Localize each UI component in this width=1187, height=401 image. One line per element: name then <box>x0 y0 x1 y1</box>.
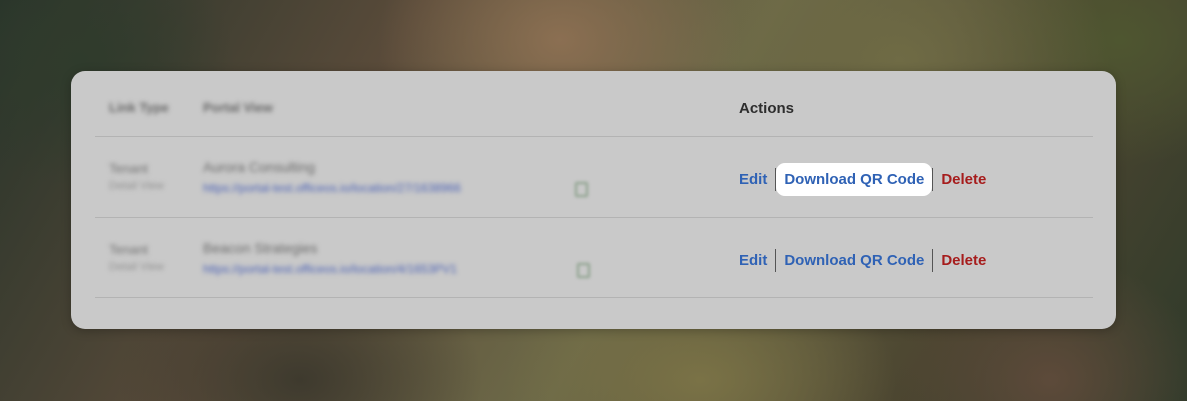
portal-url[interactable]: https://portal-test.officeos.io/location… <box>203 262 457 276</box>
links-table-card: Link Type Portal View Actions Tenant Det… <box>71 71 1116 329</box>
row-actions: Edit Download QR Code Delete <box>739 249 986 272</box>
header-actions: Actions <box>739 100 795 117</box>
portal-name: Beacon Strategies <box>203 240 318 256</box>
edit-button[interactable]: Edit <box>739 171 775 188</box>
header-link-type: Link Type <box>109 100 169 115</box>
delete-button[interactable]: Delete <box>933 252 986 269</box>
row-divider <box>95 297 1093 298</box>
header-portal-view: Portal View <box>203 100 273 115</box>
link-subtype: Detail View <box>109 261 164 273</box>
portal-name: Aurora Consulting <box>203 159 316 175</box>
download-qr-code-button[interactable]: Download QR Code <box>776 163 933 196</box>
link-type: Tenant <box>109 161 149 176</box>
row-actions: Edit Download QR Code Delete <box>739 163 986 196</box>
copy-icon[interactable] <box>577 263 590 278</box>
edit-button[interactable]: Edit <box>739 252 775 269</box>
portal-url[interactable]: https://portal-test.officeos.io/location… <box>203 181 461 195</box>
link-subtype: Detail View <box>109 180 164 192</box>
table-row: Tenant Detail View Beacon Strategies htt… <box>71 218 1116 298</box>
table-row: Tenant Detail View Aurora Consulting htt… <box>71 137 1116 217</box>
link-type: Tenant <box>109 242 149 257</box>
download-qr-code-button[interactable]: Download QR Code <box>776 252 932 269</box>
copy-icon[interactable] <box>575 182 588 197</box>
delete-button[interactable]: Delete <box>933 171 986 188</box>
